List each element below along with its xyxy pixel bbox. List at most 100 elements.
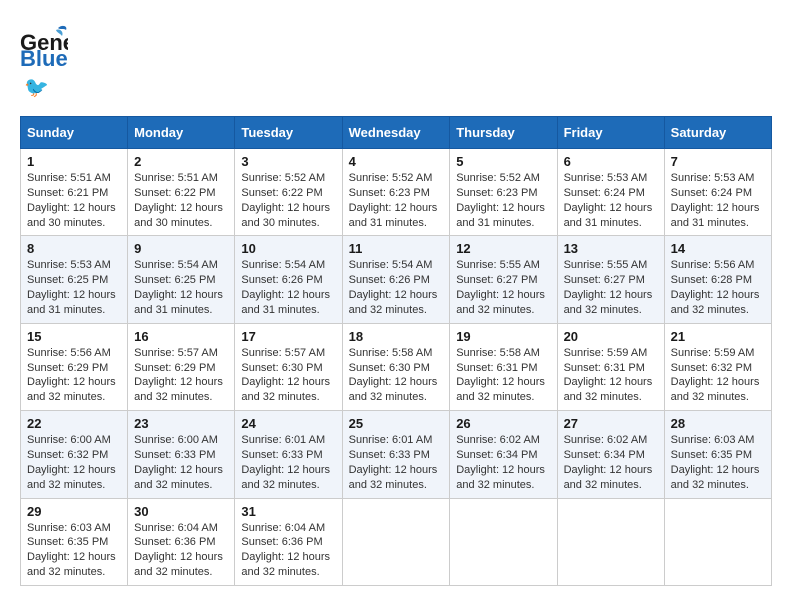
logo: General Blue 🐦 [20,20,68,100]
day-info: Sunrise: 5:55 AMSunset: 6:27 PMDaylight:… [456,258,550,317]
weekday-header-friday: Friday [557,117,664,149]
calendar-cell: 17 Sunrise: 5:57 AMSunset: 6:30 PMDayligh… [235,323,342,410]
day-info: Sunrise: 6:03 AMSunset: 6:35 PMDaylight:… [671,433,765,492]
page-header: General Blue 🐦 [20,20,772,100]
calendar-cell: 14Sunrise: 5:56 AMSunset: 6:28 PMDayligh… [664,236,771,323]
day-number: 14 [671,241,765,256]
day-number: 17 [241,329,335,344]
calendar-week-row: 15 Sunrise: 5:56 AMSunset: 6:29 PMDayligh… [21,323,772,410]
day-number: 12 [456,241,550,256]
day-info: Sunrise: 5:59 AMSunset: 6:32 PMDaylight:… [671,346,765,405]
day-number: 6 [564,154,658,169]
day-info: Sunrise: 5:56 AMSunset: 6:29 PMDaylight:… [27,346,121,405]
weekday-header-thursday: Thursday [450,117,557,149]
day-info: Sunrise: 5:51 AMSunset: 6:22 PMDaylight:… [134,171,228,230]
day-number: 13 [564,241,658,256]
calendar-cell [664,498,771,585]
day-info: Sunrise: 5:52 AMSunset: 6:23 PMDaylight:… [456,171,550,230]
day-info: Sunrise: 5:53 AMSunset: 6:24 PMDaylight:… [564,171,658,230]
day-number: 30 [134,504,228,519]
day-info: Sunrise: 5:53 AMSunset: 6:25 PMDaylight:… [27,258,121,317]
day-number: 4 [349,154,444,169]
weekday-header-sunday: Sunday [21,117,128,149]
svg-text:Blue: Blue [20,46,68,68]
calendar-cell: 29 Sunrise: 6:03 AMSunset: 6:35 PMDayligh… [21,498,128,585]
day-info: Sunrise: 6:01 AMSunset: 6:33 PMDaylight:… [241,433,335,492]
calendar-cell: 21 Sunrise: 5:59 AMSunset: 6:32 PMDayligh… [664,323,771,410]
day-info: Sunrise: 6:04 AMSunset: 6:36 PMDaylight:… [241,521,335,580]
calendar-week-row: 22 Sunrise: 6:00 AMSunset: 6:32 PMDayligh… [21,411,772,498]
day-info: Sunrise: 5:54 AMSunset: 6:26 PMDaylight:… [241,258,335,317]
weekday-header-wednesday: Wednesday [342,117,450,149]
day-info: Sunrise: 6:03 AMSunset: 6:35 PMDaylight:… [27,521,121,580]
day-info: Sunrise: 5:53 AMSunset: 6:24 PMDaylight:… [671,171,765,230]
calendar-body: 1Sunrise: 5:51 AMSunset: 6:21 PMDaylight… [21,149,772,586]
logo-bird-icon: 🐦 [24,75,49,100]
calendar-cell [557,498,664,585]
day-info: Sunrise: 5:58 AMSunset: 6:31 PMDaylight:… [456,346,550,405]
day-info: Sunrise: 5:57 AMSunset: 6:29 PMDaylight:… [134,346,228,405]
day-info: Sunrise: 5:54 AMSunset: 6:26 PMDaylight:… [349,258,444,317]
weekday-header-saturday: Saturday [664,117,771,149]
calendar-cell: 27Sunrise: 6:02 AMSunset: 6:34 PMDayligh… [557,411,664,498]
day-number: 31 [241,504,335,519]
day-number: 10 [241,241,335,256]
day-number: 7 [671,154,765,169]
calendar-cell: 5Sunrise: 5:52 AMSunset: 6:23 PMDaylight… [450,149,557,236]
day-info: Sunrise: 5:59 AMSunset: 6:31 PMDaylight:… [564,346,658,405]
day-number: 18 [349,329,444,344]
calendar-cell: 2 Sunrise: 5:51 AMSunset: 6:22 PMDaylight… [128,149,235,236]
calendar-cell: 1Sunrise: 5:51 AMSunset: 6:21 PMDaylight… [21,149,128,236]
day-info: Sunrise: 6:02 AMSunset: 6:34 PMDaylight:… [456,433,550,492]
day-info: Sunrise: 6:01 AMSunset: 6:33 PMDaylight:… [349,433,444,492]
calendar-cell: 20 Sunrise: 5:59 AMSunset: 6:31 PMDayligh… [557,323,664,410]
day-info: Sunrise: 5:57 AMSunset: 6:30 PMDaylight:… [241,346,335,405]
day-info: Sunrise: 6:04 AMSunset: 6:36 PMDaylight:… [134,521,228,580]
calendar-cell: 26 Sunrise: 6:02 AMSunset: 6:34 PMDayligh… [450,411,557,498]
day-number: 11 [349,241,444,256]
day-number: 24 [241,416,335,431]
weekday-header-tuesday: Tuesday [235,117,342,149]
day-number: 15 [27,329,121,344]
calendar-cell: 22 Sunrise: 6:00 AMSunset: 6:32 PMDayligh… [21,411,128,498]
calendar-table: SundayMondayTuesdayWednesdayThursdayFrid… [20,116,772,586]
calendar-cell: 16 Sunrise: 5:57 AMSunset: 6:29 PMDayligh… [128,323,235,410]
day-info: Sunrise: 5:54 AMSunset: 6:25 PMDaylight:… [134,258,228,317]
day-number: 25 [349,416,444,431]
calendar-cell: 13Sunrise: 5:55 AMSunset: 6:27 PMDayligh… [557,236,664,323]
calendar-week-row: 1Sunrise: 5:51 AMSunset: 6:21 PMDaylight… [21,149,772,236]
calendar-cell: 11 Sunrise: 5:54 AMSunset: 6:26 PMDayligh… [342,236,450,323]
calendar-cell: 18Sunrise: 5:58 AMSunset: 6:30 PMDayligh… [342,323,450,410]
calendar-cell [450,498,557,585]
day-number: 27 [564,416,658,431]
day-number: 1 [27,154,121,169]
calendar-cell: 12 Sunrise: 5:55 AMSunset: 6:27 PMDayligh… [450,236,557,323]
day-number: 2 [134,154,228,169]
weekday-header-row: SundayMondayTuesdayWednesdayThursdayFrid… [21,117,772,149]
calendar-cell: 25 Sunrise: 6:01 AMSunset: 6:33 PMDayligh… [342,411,450,498]
calendar-cell: 8Sunrise: 5:53 AMSunset: 6:25 PMDaylight… [21,236,128,323]
day-number: 16 [134,329,228,344]
day-number: 28 [671,416,765,431]
calendar-cell: 10 Sunrise: 5:54 AMSunset: 6:26 PMDayligh… [235,236,342,323]
day-info: Sunrise: 5:52 AMSunset: 6:22 PMDaylight:… [241,171,335,230]
day-number: 22 [27,416,121,431]
calendar-cell: 30 Sunrise: 6:04 AMSunset: 6:36 PMDayligh… [128,498,235,585]
calendar-cell: 15 Sunrise: 5:56 AMSunset: 6:29 PMDayligh… [21,323,128,410]
calendar-week-row: 8Sunrise: 5:53 AMSunset: 6:25 PMDaylight… [21,236,772,323]
calendar-cell: 6 Sunrise: 5:53 AMSunset: 6:24 PMDaylight… [557,149,664,236]
weekday-header-monday: Monday [128,117,235,149]
calendar-cell: 19Sunrise: 5:58 AMSunset: 6:31 PMDayligh… [450,323,557,410]
logo-icon: General Blue [20,20,68,73]
day-number: 21 [671,329,765,344]
day-number: 20 [564,329,658,344]
calendar-cell [342,498,450,585]
calendar-cell: 7 Sunrise: 5:53 AMSunset: 6:24 PMDaylight… [664,149,771,236]
day-number: 29 [27,504,121,519]
day-number: 3 [241,154,335,169]
day-info: Sunrise: 6:00 AMSunset: 6:32 PMDaylight:… [27,433,121,492]
day-number: 26 [456,416,550,431]
calendar-cell: 24 Sunrise: 6:01 AMSunset: 6:33 PMDayligh… [235,411,342,498]
day-info: Sunrise: 6:00 AMSunset: 6:33 PMDaylight:… [134,433,228,492]
day-number: 9 [134,241,228,256]
